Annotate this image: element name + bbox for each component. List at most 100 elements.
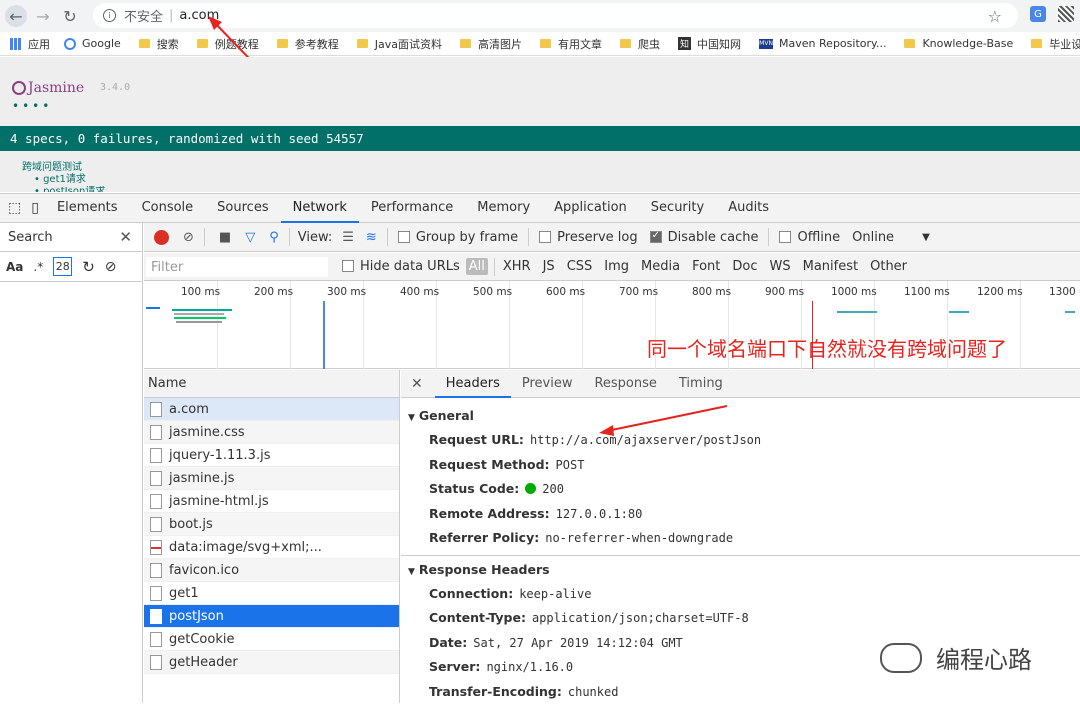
spec-item[interactable]: • postJson请求	[22, 186, 105, 192]
bookmark-folder[interactable]: 搜索	[139, 36, 179, 52]
request-row[interactable]: get1	[144, 582, 399, 605]
request-row[interactable]: boot.js	[144, 513, 399, 536]
bookmark-folder[interactable]: 有用文章	[540, 36, 602, 52]
filter-other[interactable]: Other	[870, 259, 907, 274]
request-row[interactable]: jasmine.js	[144, 467, 399, 490]
large-rows-icon[interactable]: ☰	[342, 230, 354, 245]
device-toolbar-icon[interactable]: ▯	[31, 200, 39, 216]
request-row-selected[interactable]: postJson	[144, 605, 399, 628]
filter-manifest[interactable]: Manifest	[803, 259, 858, 274]
bookmark-folder[interactable]: 爬虫	[620, 36, 660, 52]
request-row[interactable]: favicon.ico	[144, 559, 399, 582]
request-row[interactable]: data:image/svg+xml;...	[144, 536, 399, 559]
tab-headers[interactable]: Headers	[435, 370, 511, 398]
tab-response[interactable]: Response	[583, 370, 667, 398]
group-by-frame-checkbox[interactable]: Group by frame	[398, 230, 518, 245]
request-row[interactable]: jasmine.css	[144, 421, 399, 444]
inspect-element-icon[interactable]: ⬚	[8, 200, 21, 216]
bookmark-folder[interactable]: Knowledge-Base	[904, 37, 1013, 50]
request-row[interactable]: getHeader	[144, 651, 399, 674]
checkbox[interactable]	[650, 231, 662, 243]
translate-extension-icon[interactable]: G	[1030, 6, 1046, 22]
tab-network[interactable]: Network	[281, 193, 359, 223]
filter-icon[interactable]: ▽	[245, 230, 255, 245]
record-icon[interactable]	[154, 230, 169, 245]
filter-js[interactable]: JS	[543, 259, 555, 274]
tab-console[interactable]: Console	[130, 193, 206, 223]
folder-icon	[904, 39, 915, 48]
info-icon[interactable]: i	[103, 9, 116, 22]
checkbox[interactable]	[539, 231, 551, 243]
close-icon[interactable]: ✕	[411, 376, 423, 392]
chevron-down-icon[interactable]: ▼	[922, 232, 930, 243]
header-row: Transfer-Encoding:chunked	[401, 680, 1080, 704]
timeline-tick-label: 100 ms	[181, 286, 220, 298]
request-row[interactable]: jasmine-html.js	[144, 490, 399, 513]
disable-cache-checkbox[interactable]: Disable cache	[650, 230, 759, 245]
request-row[interactable]: a.com	[144, 398, 399, 421]
request-row[interactable]: getCookie	[144, 628, 399, 651]
preserve-log-checkbox[interactable]: Preserve log	[539, 230, 637, 245]
timeline-tick-label: 700 ms	[619, 286, 658, 298]
tab-memory[interactable]: Memory	[465, 193, 542, 223]
reload-icon[interactable]: ↻	[59, 5, 81, 27]
tab-audits[interactable]: Audits	[716, 193, 781, 223]
offline-checkbox[interactable]: Offline	[779, 230, 840, 245]
bookmark-maven[interactable]: MVNMaven Repository...	[759, 37, 886, 50]
filter-css[interactable]: CSS	[567, 259, 593, 274]
jasmine-logo-text: Jasmine	[28, 80, 84, 96]
filter-ws[interactable]: WS	[770, 259, 791, 274]
tab-application[interactable]: Application	[542, 193, 639, 223]
bookmark-folder[interactable]: 毕业设计	[1031, 36, 1080, 52]
checkbox[interactable]	[779, 231, 791, 243]
screenshot-icon[interactable]: ■	[219, 230, 231, 245]
name-column-header[interactable]: Name	[144, 370, 399, 398]
request-name: a.com	[169, 402, 209, 417]
bookmark-label: Java面试资料	[375, 36, 442, 52]
general-section-header[interactable]: ▼General	[401, 404, 1080, 428]
regex-button[interactable]: .*	[33, 260, 43, 274]
waterfall-icon[interactable]: ≋	[366, 230, 377, 245]
filter-img[interactable]: Img	[604, 259, 629, 274]
checkbox[interactable]	[398, 231, 410, 243]
spec-item[interactable]: • get1请求	[22, 174, 105, 186]
header-value: 200	[542, 482, 564, 496]
filter-xhr[interactable]: XHR	[503, 259, 531, 274]
throttling-select[interactable]: Online	[852, 230, 894, 245]
qr-extension-icon[interactable]	[1058, 6, 1074, 22]
bookmark-apps[interactable]: 应用	[10, 36, 50, 52]
filter-font[interactable]: Font	[692, 259, 720, 274]
response-headers-section-header[interactable]: ▼Response Headers	[401, 558, 1080, 582]
close-icon[interactable]: ✕	[119, 228, 132, 246]
filter-doc[interactable]: Doc	[732, 259, 757, 274]
request-row[interactable]: jquery-1.11.3.js	[144, 444, 399, 467]
tab-timing[interactable]: Timing	[668, 370, 734, 398]
tab-elements[interactable]: Elements	[45, 193, 130, 223]
search-count[interactable]: 28	[53, 257, 72, 276]
forward-icon[interactable]: →	[32, 5, 54, 27]
tab-security[interactable]: Security	[639, 193, 716, 223]
bookmark-folder[interactable]: Java面试资料	[357, 36, 442, 52]
checkbox[interactable]	[342, 260, 354, 272]
bookmark-folder[interactable]: 高清图片	[460, 36, 522, 52]
bookmark-star-icon[interactable]: ☆	[988, 7, 1002, 26]
bookmark-folder[interactable]: 参考教程	[277, 36, 339, 52]
clear-log-icon[interactable]: ⊘	[183, 230, 194, 245]
back-icon[interactable]: ←	[5, 5, 27, 27]
tab-preview[interactable]: Preview	[511, 370, 584, 398]
hide-data-urls-checkbox[interactable]: Hide data URLs	[342, 259, 460, 274]
filter-all[interactable]: All	[466, 258, 488, 275]
bookmark-google[interactable]: Google	[64, 37, 121, 50]
browser-toolbar: ← → ↻ i 不安全 | a.com ☆ G	[0, 0, 1080, 32]
match-case-button[interactable]: Aa	[6, 260, 23, 274]
tab-sources[interactable]: Sources	[205, 193, 280, 223]
filter-media[interactable]: Media	[641, 259, 680, 274]
suite-name[interactable]: 跨域问题测试	[22, 162, 105, 174]
refresh-icon[interactable]: ↻	[82, 258, 95, 276]
bookmark-cnki[interactable]: 知中国知网	[678, 36, 741, 52]
filter-input[interactable]: Filter	[146, 257, 328, 277]
search-icon[interactable]: ⚲	[269, 230, 279, 245]
timeline-tick-label: 1100 ms	[904, 286, 950, 298]
clear-icon[interactable]: ⊘	[105, 259, 117, 275]
tab-performance[interactable]: Performance	[359, 193, 465, 223]
